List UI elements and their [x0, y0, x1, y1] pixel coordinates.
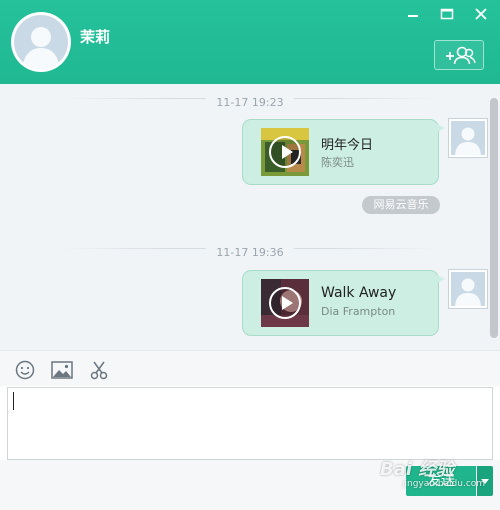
watermark: Bai 经验 jingyan.baidu.com — [380, 455, 490, 495]
song-artist: Dia Frampton — [321, 305, 396, 318]
song-artist: 陈奕迅 — [321, 156, 354, 169]
timestamp-divider: 11-17 19:23 — [60, 91, 440, 109]
message-list[interactable]: 11-17 19:23 明年今日 陈奕迅 网易云音乐 11-17 19:36 W… — [0, 84, 500, 350]
music-message-bubble[interactable]: 明年今日 陈奕迅 — [242, 119, 445, 185]
music-source-badge[interactable]: 网易云音乐 — [362, 196, 440, 214]
close-icon — [475, 8, 487, 20]
bubble-tail — [437, 275, 445, 283]
bubble-tail — [437, 124, 445, 132]
close-button[interactable] — [472, 6, 490, 20]
scissors-icon — [90, 361, 108, 380]
screenshot-button[interactable] — [88, 360, 110, 380]
scrollbar-thumb[interactable] — [490, 98, 498, 338]
image-button[interactable] — [51, 360, 73, 380]
emoji-icon — [15, 360, 35, 380]
timestamp-divider: 11-17 19:36 — [60, 241, 440, 259]
timestamp: 11-17 19:23 — [206, 96, 294, 109]
text-caret — [13, 392, 14, 410]
contact-name: 茉莉 — [80, 28, 111, 46]
minimize-button[interactable] — [404, 6, 422, 20]
song-title: 明年今日 — [321, 138, 374, 153]
my-avatar[interactable] — [448, 269, 488, 309]
chat-header: 茉莉 — [0, 0, 500, 84]
default-user-icon — [455, 278, 481, 306]
minimize-icon — [408, 15, 418, 17]
album-cover — [261, 279, 309, 327]
default-user-icon — [455, 127, 481, 155]
contact-avatar[interactable] — [11, 12, 71, 72]
emoji-button[interactable] — [14, 360, 36, 380]
timestamp: 11-17 19:36 — [206, 246, 294, 259]
add-member-button[interactable] — [434, 40, 484, 70]
play-button[interactable] — [269, 287, 301, 319]
input-toolbar — [0, 350, 500, 386]
my-avatar[interactable] — [448, 118, 488, 158]
watermark-url: jingyan.baidu.com — [402, 479, 486, 489]
album-cover — [261, 128, 309, 176]
song-title: Walk Away — [321, 285, 397, 301]
music-message-bubble[interactable]: Walk Away Dia Frampton — [242, 270, 445, 336]
watermark-text: Bai 经验 — [380, 459, 455, 480]
default-user-icon — [22, 27, 60, 69]
add-user-icon — [446, 46, 476, 65]
maximize-button[interactable] — [438, 6, 456, 20]
image-icon — [51, 361, 73, 379]
maximize-icon — [440, 8, 454, 20]
message-input[interactable] — [7, 387, 493, 460]
play-button[interactable] — [269, 136, 301, 168]
